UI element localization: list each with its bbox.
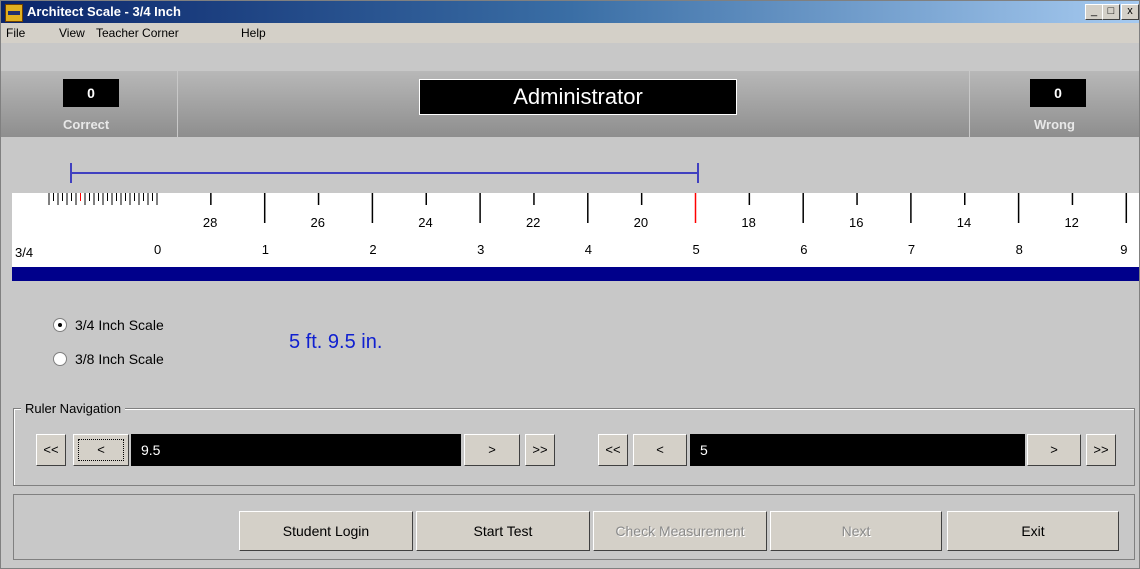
menu-bar: File View Teacher Corner Help bbox=[1, 23, 1139, 43]
ruler-bottom-label: 2 bbox=[369, 242, 376, 257]
title-bar[interactable]: Architect Scale - 3/4 Inch _ □ x bbox=[1, 1, 1139, 23]
ruler-top-label: 14 bbox=[957, 215, 971, 230]
student-login-button[interactable]: Student Login bbox=[239, 511, 413, 551]
radio-3-4[interactable] bbox=[53, 318, 67, 332]
check-measurement-button[interactable]: Check Measurement bbox=[593, 511, 767, 551]
ruler-bottom-label: 9 bbox=[1120, 242, 1127, 257]
left-prev-button[interactable]: < bbox=[73, 434, 129, 466]
ruler-bottom-label: 4 bbox=[585, 242, 592, 257]
left-value-field[interactable]: 9.5 bbox=[131, 434, 461, 466]
next-button[interactable]: Next bbox=[770, 511, 942, 551]
scale-option-3-8[interactable]: 3/8 Inch Scale bbox=[53, 351, 164, 367]
ruler-bottom-label: 8 bbox=[1016, 242, 1023, 257]
wrong-count: 0 bbox=[1030, 79, 1086, 107]
architect-ruler: 0 1 2 3 4 5 6 7 8 9 28 26 24 22 20 18 16 14 12 3/4 bbox=[12, 193, 1139, 267]
right-next-button[interactable]: > bbox=[1027, 434, 1081, 466]
maximize-button[interactable]: □ bbox=[1102, 4, 1120, 20]
right-last-button[interactable]: >> bbox=[1086, 434, 1116, 466]
ruler-top-label: 24 bbox=[418, 215, 432, 230]
close-button[interactable]: x bbox=[1121, 4, 1139, 20]
scale-option-3-4[interactable]: 3/4 Inch Scale bbox=[53, 317, 164, 333]
ruler-top-label: 16 bbox=[849, 215, 863, 230]
scale-option-3-4-label: 3/4 Inch Scale bbox=[75, 317, 164, 333]
left-last-button[interactable]: >> bbox=[525, 434, 555, 466]
score-bar: 0 Correct Administrator 0 Wrong bbox=[1, 71, 1139, 138]
wrong-label: Wrong bbox=[1034, 117, 1075, 132]
menu-help[interactable]: Help bbox=[241, 26, 266, 40]
left-first-button[interactable]: << bbox=[36, 434, 66, 466]
wrong-panel: 0 Wrong bbox=[969, 71, 1139, 137]
ruler-top-label: 26 bbox=[311, 215, 325, 230]
right-value-field[interactable]: 5 bbox=[690, 434, 1025, 466]
menu-teacher-corner[interactable]: Teacher Corner bbox=[96, 26, 179, 40]
ruler-scale-label: 3/4 bbox=[15, 245, 33, 260]
ruler-top-label: 12 bbox=[1064, 215, 1078, 230]
exit-button[interactable]: Exit bbox=[947, 511, 1119, 551]
ruler-ticks: 0 1 2 3 4 5 6 7 8 928 26 24 22 20 18 16 14 123/4 bbox=[15, 193, 1128, 260]
start-test-button[interactable]: Start Test bbox=[416, 511, 590, 551]
scale-option-3-8-label: 3/8 Inch Scale bbox=[75, 351, 164, 367]
app-icon bbox=[5, 4, 23, 22]
menu-view[interactable]: View bbox=[59, 26, 85, 40]
ruler-bottom-label: 1 bbox=[262, 242, 269, 257]
ruler-bottom-label: 6 bbox=[800, 242, 807, 257]
menu-file[interactable]: File bbox=[6, 26, 25, 40]
radio-3-8[interactable] bbox=[53, 352, 67, 366]
ruler-bottom-label: 3 bbox=[477, 242, 484, 257]
ruler-bottom-label: 7 bbox=[908, 242, 915, 257]
ruler-top-label: 28 bbox=[203, 215, 217, 230]
correct-label: Correct bbox=[63, 117, 110, 132]
app-window: Architect Scale - 3/4 Inch _ □ x File Vi… bbox=[0, 0, 1140, 569]
correct-panel: 0 Correct bbox=[1, 71, 178, 137]
right-prev-button[interactable]: < bbox=[633, 434, 687, 466]
right-first-button[interactable]: << bbox=[598, 434, 628, 466]
left-next-button[interactable]: > bbox=[464, 434, 520, 466]
correct-count: 0 bbox=[63, 79, 119, 107]
ruler-bottom-label: 0 bbox=[154, 242, 161, 257]
measurement-readout: 5 ft. 9.5 in. bbox=[289, 331, 383, 353]
ruler-edge bbox=[12, 267, 1139, 281]
ruler-top-label: 18 bbox=[741, 215, 755, 230]
ruler-top-label: 22 bbox=[526, 215, 540, 230]
ruler-top-label: 20 bbox=[634, 215, 648, 230]
minimize-button[interactable]: _ bbox=[1085, 4, 1103, 20]
user-name-display: Administrator bbox=[419, 79, 737, 115]
ruler-navigation-label: Ruler Navigation bbox=[21, 401, 126, 416]
ruler-bottom-label: 5 bbox=[693, 242, 700, 257]
window-title: Architect Scale - 3/4 Inch bbox=[27, 4, 181, 19]
measurement-line bbox=[70, 163, 699, 183]
